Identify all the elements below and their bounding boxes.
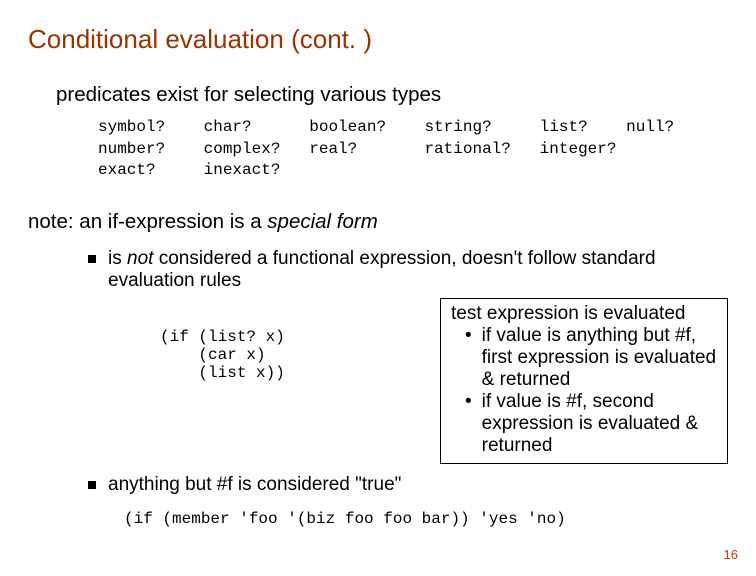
- box-item-2: • if value is #f, second expression is e…: [465, 391, 717, 457]
- slide-title: Conditional evaluation (cont. ): [28, 24, 728, 55]
- bullet1-b: considered a functional expression, does…: [108, 248, 656, 291]
- evaluation-box: test expression is evaluated • if value …: [440, 298, 728, 464]
- if-example-row: (if (list? x) (car x) (list x)) test exp…: [160, 298, 728, 464]
- bullet-2-text: anything but #f is considered "true": [108, 474, 728, 496]
- bullet1-not: not: [127, 248, 153, 269]
- bullet1-a: is: [108, 248, 127, 269]
- note-italic: special form: [267, 210, 378, 233]
- bullet-disc-icon: •: [465, 391, 472, 414]
- box-head: test expression is evaluated: [451, 303, 717, 325]
- box-item-1: • if value is anything but #f, first exp…: [465, 325, 717, 391]
- code-if-example: (if (list? x) (car x) (list x)): [160, 298, 440, 382]
- square-bullet-icon: [88, 255, 96, 263]
- page-number: 16: [724, 547, 738, 562]
- predicates-intro: predicates exist for selecting various t…: [56, 83, 728, 107]
- bullet-disc-icon: •: [465, 325, 472, 348]
- box-item-1-text: if value is anything but #f, first expre…: [482, 325, 717, 391]
- predicates-list: symbol? char? boolean? string? list? nul…: [98, 117, 728, 182]
- bullet-1: is not considered a functional expressio…: [88, 248, 728, 292]
- bullets-block: is not considered a functional expressio…: [88, 248, 728, 496]
- bullet-2: anything but #f is considered "true": [88, 474, 728, 496]
- code-member-example: (if (member 'foo '(biz foo foo bar)) 'ye…: [124, 510, 728, 528]
- square-bullet-icon: [88, 481, 96, 489]
- note-line: note: an if-expression is a special form: [28, 210, 728, 234]
- bullet-1-text: is not considered a functional expressio…: [108, 248, 728, 292]
- note-prefix: note: an if-expression is a: [28, 210, 267, 233]
- box-item-2-text: if value is #f, second expression is eva…: [482, 391, 717, 457]
